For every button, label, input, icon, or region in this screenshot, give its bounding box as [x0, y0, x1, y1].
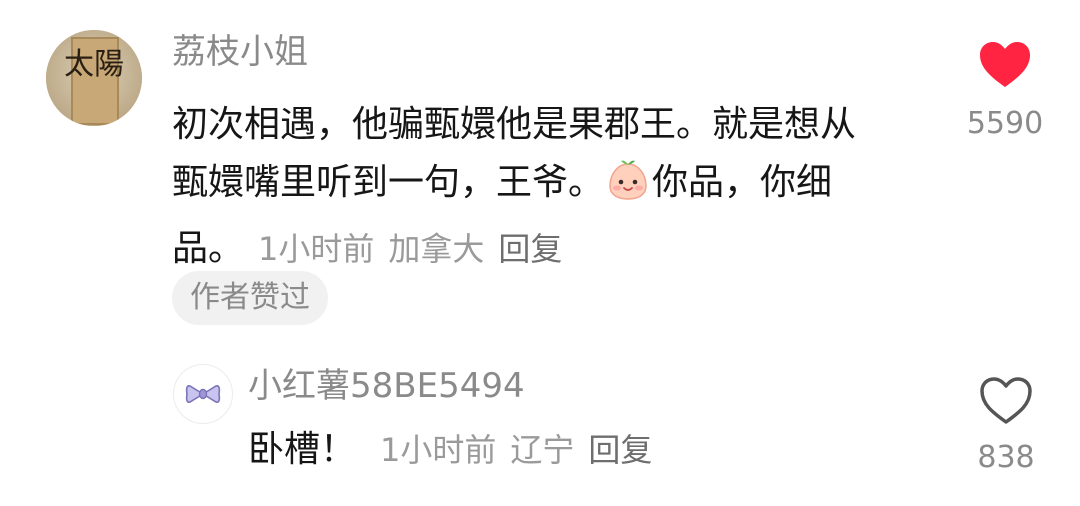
avatar[interactable]: 太陽: [46, 30, 142, 126]
svg-text:太陽: 太陽: [64, 48, 124, 81]
comment-thread: 太陽 荔枝小姐 初次相遇，他骗甄嬛他是果郡王。就是想从甄嬛嘴里听到一句，王爷。 …: [0, 0, 1080, 506]
peach-face-icon: [606, 158, 650, 220]
reply-body[interactable]: 卧槽！ 1小时前 辽宁 回复: [248, 422, 652, 478]
heart-filled-icon: [980, 42, 1030, 87]
comment-time: 1小时前: [258, 230, 375, 268]
reply-avatar[interactable]: [173, 364, 233, 424]
reply-like-button[interactable]: 838: [956, 376, 1056, 475]
reply-location: 辽宁: [510, 431, 575, 469]
author-liked-badge: 作者赞过: [172, 271, 328, 325]
avatar-image-icon: 太陽: [46, 30, 142, 126]
reply-button[interactable]: 回复: [498, 230, 562, 268]
like-button[interactable]: 5590: [955, 40, 1055, 141]
reply-reply-button[interactable]: 回复: [588, 431, 652, 469]
comment-location: 加拿大: [388, 230, 485, 268]
heart-outline-icon: [980, 377, 1032, 424]
comment-username[interactable]: 荔枝小姐: [172, 28, 308, 76]
comment-body[interactable]: 初次相遇，他骗甄嬛他是果郡王。就是想从甄嬛嘴里听到一句，王爷。 你品，你细品。 1…: [172, 96, 872, 278]
reply-like-count: 838: [977, 440, 1035, 475]
reply-username[interactable]: 小红薯58BE5494: [248, 362, 525, 410]
comment-meta: 1小时前 加拿大 回复: [244, 230, 562, 268]
reply-time: 1小时前: [380, 431, 497, 469]
like-count: 5590: [966, 106, 1044, 141]
reply-meta: 1小时前 辽宁 回复: [356, 431, 652, 469]
bow-icon: [185, 385, 221, 403]
reply-text: 卧槽！: [248, 429, 357, 470]
